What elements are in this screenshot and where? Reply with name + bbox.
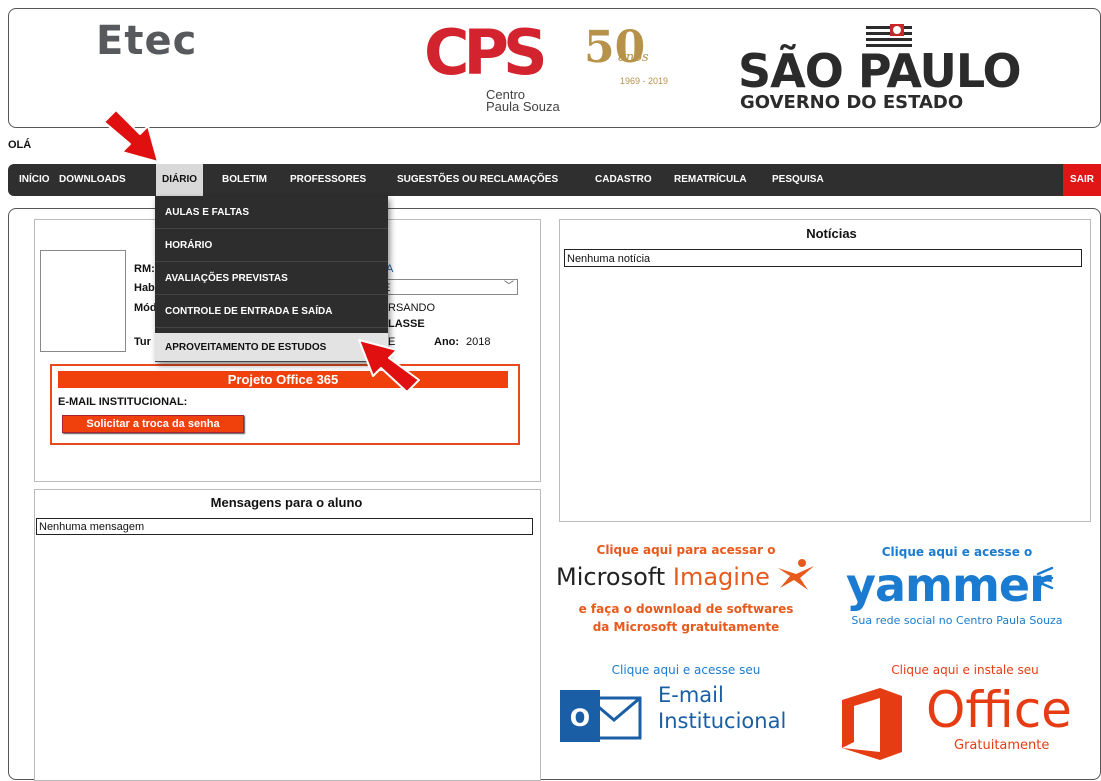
email-top-text: Clique aqui e acesse seu bbox=[611, 663, 761, 677]
svg-text:O: O bbox=[570, 704, 590, 732]
menu-item-avaliacoes-previstas[interactable]: AVALIAÇÕES PREVISTAS bbox=[155, 262, 388, 295]
office-logo-icon bbox=[842, 688, 902, 760]
yammer-waves-icon bbox=[1036, 566, 1054, 590]
cps-logo: CPS bbox=[424, 16, 548, 89]
nav-boletim[interactable]: BOLETIM bbox=[222, 164, 267, 196]
nav-downloads[interactable]: DOWNLOADS bbox=[59, 164, 126, 196]
turma-label: Tur bbox=[134, 336, 151, 348]
logout-button[interactable]: SAIR bbox=[1063, 164, 1101, 196]
nav-professores[interactable]: PROFESSORES bbox=[290, 164, 366, 196]
pointer-arrow-icon bbox=[358, 339, 420, 393]
yammer-logo: yammer bbox=[846, 558, 1052, 612]
cursando-text: RSANDO bbox=[388, 302, 436, 314]
office-brand-text: Office bbox=[926, 681, 1072, 739]
chevron-down-icon: ﹀ bbox=[504, 281, 514, 292]
year-label: Ano: bbox=[434, 336, 460, 348]
rm-label: RM: bbox=[134, 263, 155, 275]
year-value: 2018 bbox=[466, 336, 491, 348]
greeting: OLÁ bbox=[8, 139, 32, 151]
yammer-subtitle: Sua rede social no Centro Paula Souza bbox=[851, 614, 1063, 627]
cps-anos-text: anos bbox=[618, 50, 649, 65]
office365-title: Projeto Office 365 bbox=[58, 371, 508, 388]
modulo-label: Mód bbox=[134, 302, 157, 314]
student-photo bbox=[40, 250, 126, 352]
pointer-arrow-icon bbox=[103, 109, 159, 163]
imagine-bottom-text-2: da Microsoft gratuitamente bbox=[592, 620, 780, 634]
imagine-brand-a: Microsoft bbox=[556, 563, 673, 591]
email-brand-text: E-mail Institucional bbox=[658, 682, 786, 734]
nav-cadastro[interactable]: CADASTRO bbox=[595, 164, 652, 196]
menu-item-aulas-e-faltas[interactable]: AULAS E FALTAS bbox=[155, 196, 388, 229]
news-list: Nenhuma notícia bbox=[564, 249, 1082, 267]
governo-do-estado-text: GOVERNO DO ESTADO bbox=[740, 92, 964, 113]
imagine-bottom-text-1: e faça o download de softwares bbox=[578, 602, 794, 616]
imagine-figure-icon bbox=[778, 559, 814, 590]
messages-title: Mensagens para o aluno bbox=[210, 495, 363, 510]
habilitacao-label: Hab bbox=[134, 282, 155, 294]
messages-list: Nenhuma mensagem bbox=[36, 518, 533, 535]
nav-pesquisa[interactable]: PESQUISA bbox=[772, 164, 824, 196]
etec-logo: Etec bbox=[96, 18, 198, 64]
cps-years-text: 1969 - 2019 bbox=[620, 76, 669, 86]
change-password-button[interactable]: Solicitar a troca da senha bbox=[62, 415, 244, 433]
email-line-1: E-mail bbox=[658, 683, 724, 707]
habilitacao-select[interactable]: DE bbox=[370, 279, 518, 295]
classe-text: LASSE bbox=[388, 318, 425, 330]
outlook-icon: O bbox=[560, 690, 642, 742]
imagine-top-text: Clique aqui para acessar o bbox=[596, 543, 776, 557]
nav-inicio[interactable]: INÍCIO bbox=[19, 164, 50, 196]
news-title: Notícias bbox=[806, 226, 857, 241]
menu-item-horario[interactable]: HORÁRIO bbox=[155, 229, 388, 262]
menu-item-controle-entrada-saida[interactable]: CONTROLE DE ENTRADA E SAÍDA bbox=[155, 295, 388, 328]
imagine-brand-b: Imagine bbox=[672, 563, 770, 591]
nav-sugestoes[interactable]: SUGESTÕES OU RECLAMAÇÕES bbox=[397, 164, 558, 196]
office-top-text: Clique aqui e instale seu bbox=[891, 663, 1039, 677]
cps-name-line2: Paula Souza bbox=[486, 99, 560, 114]
email-line-2: Institucional bbox=[658, 709, 787, 733]
office-subtitle: Gratuitamente bbox=[954, 738, 1050, 753]
institutional-email-label: E-MAIL INSTITUCIONAL: bbox=[58, 396, 188, 408]
nav-rematricula[interactable]: REMATRÍCULA bbox=[674, 164, 747, 196]
nav-diario[interactable]: DIÁRIO bbox=[156, 164, 203, 196]
yammer-top-text: Clique aqui e acesse o bbox=[881, 545, 1033, 559]
sao-paulo-logo: SÃO PAULO bbox=[738, 44, 1022, 98]
